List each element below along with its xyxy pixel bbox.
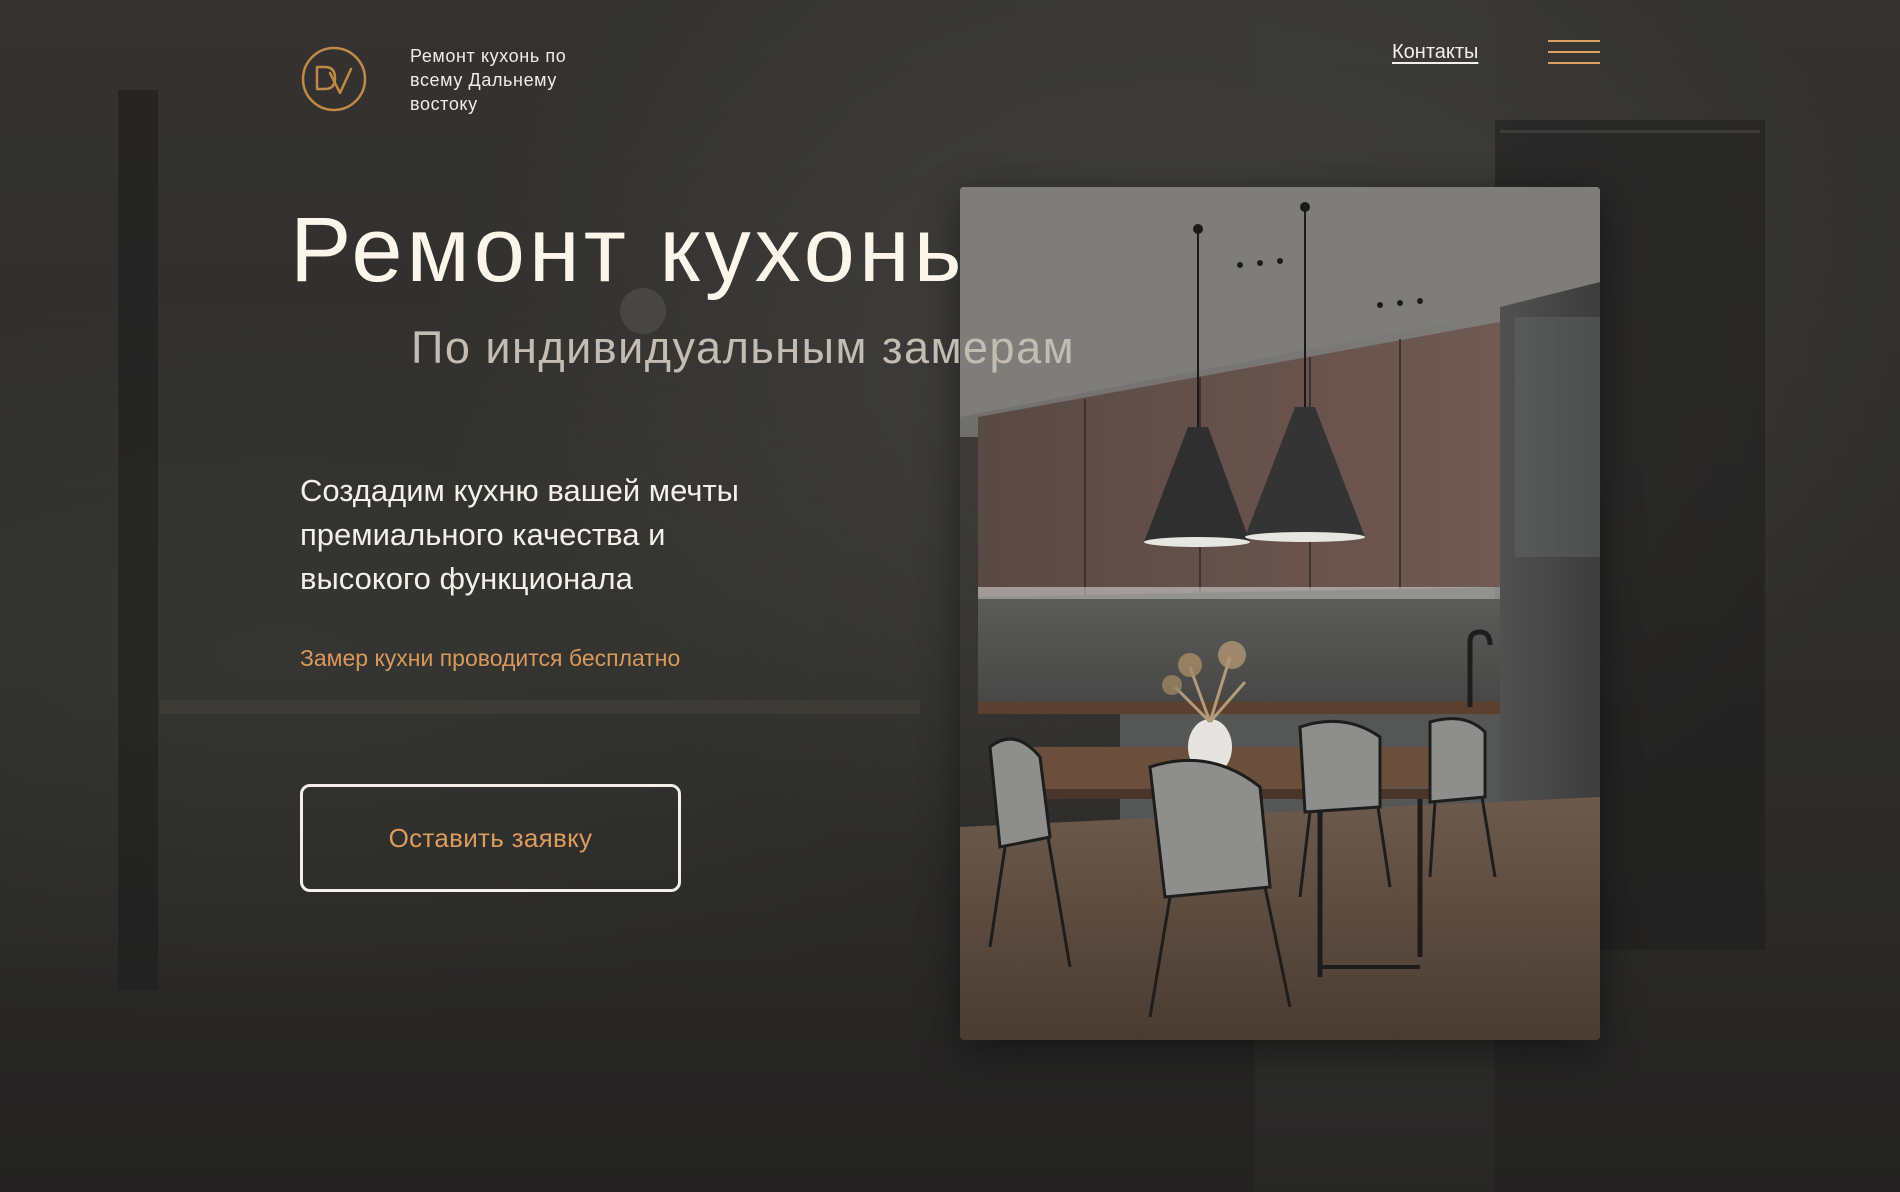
hero-subtitle: По индивидуальным замерам (411, 322, 1076, 373)
dv-logo-icon[interactable] (300, 45, 368, 113)
description-line: высокого функционала (300, 561, 633, 596)
description-line: премиального качества и (300, 517, 666, 552)
submit-request-button[interactable]: Оставить заявку (300, 784, 681, 892)
submit-request-label: Оставить заявку (388, 822, 593, 853)
hero-title: Ремонт кухонь (290, 199, 966, 301)
tagline-line: востоку (410, 94, 478, 114)
background-kitchen-scene (0, 0, 1900, 1192)
description-line: Создадим кухню вашей мечты (300, 473, 739, 508)
hamburger-menu-icon[interactable] (1548, 38, 1600, 66)
contacts-link[interactable]: Контакты (1392, 41, 1478, 64)
hero-description: Создадим кухню вашей мечты премиального … (300, 469, 840, 601)
site-tagline: Ремонт кухонь по всему Дальнему востоку (410, 44, 630, 116)
tagline-line: всему Дальнему (410, 70, 557, 90)
kitchen-photo (960, 187, 1600, 1040)
free-measure-note: Замер кухни проводится бесплатно (300, 645, 681, 671)
tagline-line: Ремонт кухонь по (410, 46, 567, 66)
